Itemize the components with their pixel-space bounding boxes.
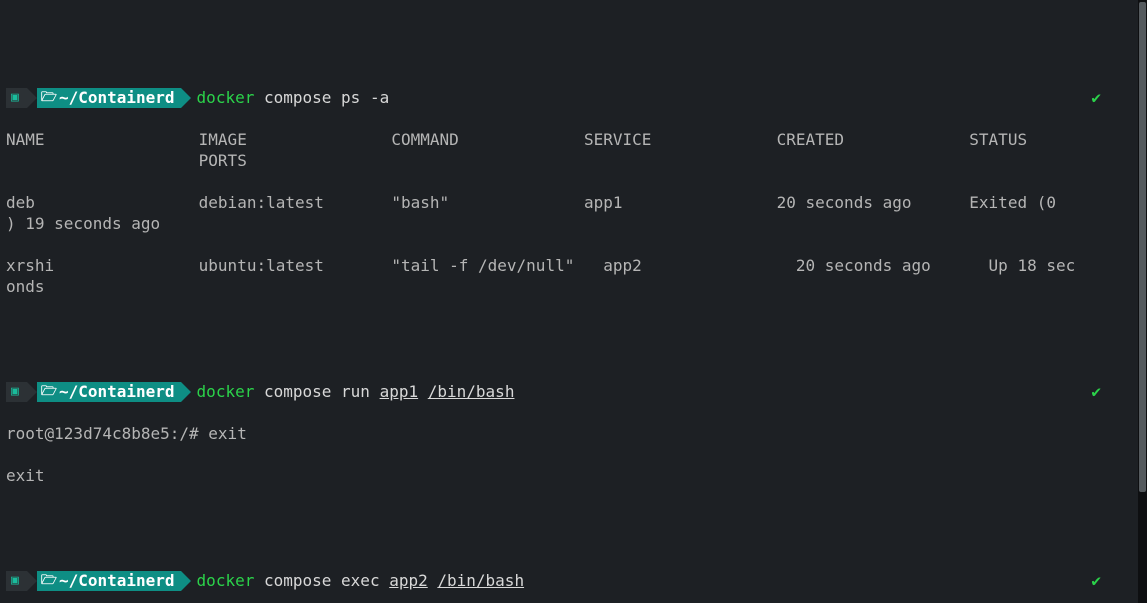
status-check-icon: ✔ [1091,87,1101,108]
status-check-icon: ✔ [1091,570,1101,591]
ps-header-row: NAME IMAGE COMMAND SERVICE CREATED STATU… [6,129,1141,171]
cwd-path: ~/Containerd [59,381,175,402]
scrollbar[interactable] [1138,0,1147,603]
run-output-2: exit [6,465,1141,486]
command-2: docker compose run app1 /bin/bash [197,381,515,402]
ps-row-1: deb debian:latest "bash" app1 20 seconds… [6,192,1141,234]
os-icon: ▣ [11,87,19,108]
cwd-path: ~/Containerd [59,570,175,591]
os-badge: ▣ [6,571,27,591]
prompt-line-3: ▣ 🗁 ~/Containerd docker compose exec app… [6,570,1141,591]
path-badge: 🗁 ~/Containerd [37,571,181,591]
status-check-icon: ✔ [1091,381,1101,402]
os-badge: ▣ [6,88,27,108]
ps-row-2: xrshi ubuntu:latest "tail -f /dev/null" … [6,255,1141,297]
os-icon: ▣ [11,381,19,402]
path-badge: 🗁 ~/Containerd [37,88,181,108]
run-output-1: root@123d74c8b8e5:/# exit [6,423,1141,444]
folder-icon: 🗁 [41,87,57,108]
folder-icon: 🗁 [41,570,57,591]
os-icon: ▣ [11,570,19,591]
command-1: docker compose ps -a [197,87,390,108]
command-3: docker compose exec app2 /bin/bash [197,570,525,591]
scrollbar-thumb[interactable] [1139,2,1146,492]
prompt-line-2: ▣ 🗁 ~/Containerd docker compose run app1… [6,381,1141,402]
folder-icon: 🗁 [41,381,57,402]
path-badge: 🗁 ~/Containerd [37,382,181,402]
cwd-path: ~/Containerd [59,87,175,108]
terminal-viewport[interactable]: ▣ 🗁 ~/Containerd docker compose ps -a ✔ … [0,0,1147,603]
prompt-line-1: ▣ 🗁 ~/Containerd docker compose ps -a ✔ [6,87,1141,108]
os-badge: ▣ [6,382,27,402]
